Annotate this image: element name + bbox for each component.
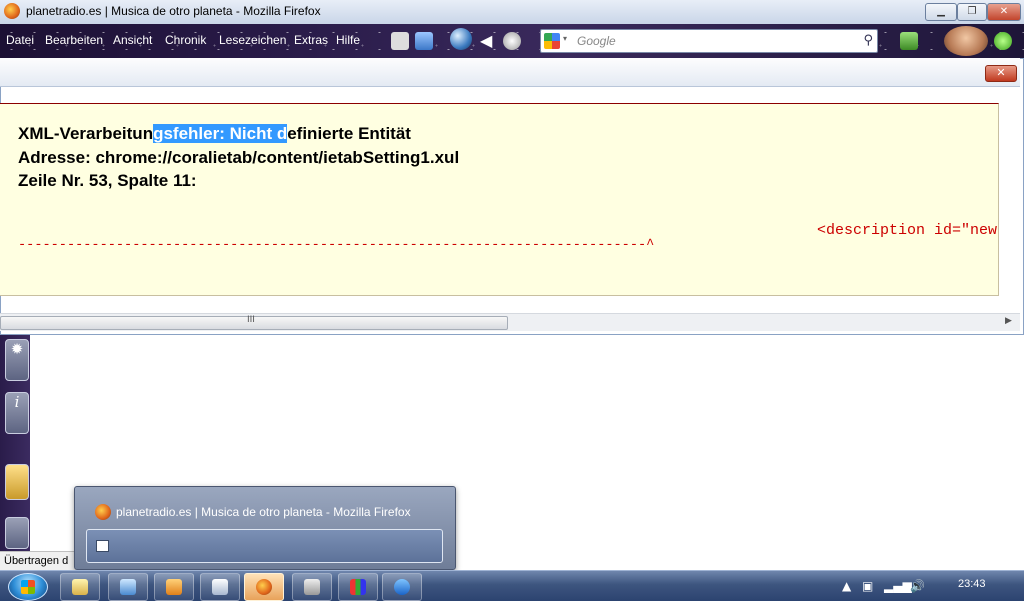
google-icon[interactable] [544,33,560,49]
close-window-button[interactable]: ✕ [987,3,1021,21]
smiley-icon[interactable] [994,32,1012,50]
menu-chronik[interactable]: Chronik [165,33,206,47]
window-title: planetradio.es | Musica de otro planeta … [26,4,321,18]
maximize-button[interactable]: ❐ [957,3,987,21]
emoticon-icon[interactable] [5,464,29,500]
close-icon: ✕ [999,6,1009,17]
search-input[interactable]: ▾ Google ⚲ [540,29,878,53]
menu-extras[interactable]: Extras [294,33,328,47]
error-title-part1: XML-Verarbeitun [18,124,154,143]
taskbar: ▲ ▣ ▂▄▆ 🔊 [0,570,1024,601]
taskbar-copy[interactable] [200,573,240,601]
messenger-icon [394,579,410,595]
taskbar-printer[interactable] [292,573,332,601]
signal-icon[interactable]: ▂▄▆ [884,579,912,593]
error-title: XML-Verarbeitungsfehler: Nicht definiert… [18,124,411,144]
menu-bearbeiten[interactable]: Bearbeiten [45,33,103,47]
minimize-icon: ▁ [937,6,945,17]
window-thumbnail-icon [96,540,109,552]
copy-icon [212,579,228,595]
addon-icon[interactable] [900,32,918,50]
windows-logo-icon [21,580,35,594]
menu-lesezeichen[interactable]: Lesezeichen [219,33,286,47]
taskbar-media[interactable] [154,573,194,601]
error-position: Zeile Nr. 53, Spalte 11: [18,171,197,190]
selected-text: gsfehler: Nicht d [153,124,288,143]
burst-icon[interactable]: ✹ [5,339,29,381]
info-icon[interactable]: i [5,392,29,434]
status-bar: Übertragen d [0,551,78,571]
clock[interactable]: 23:43 [958,578,986,590]
window-titlebar[interactable]: planetradio.es | Musica de otro planeta … [0,0,1024,25]
search-placeholder: Google [577,34,616,48]
taskbar-network[interactable] [108,573,148,601]
taskbar-messenger[interactable] [382,573,422,601]
content-header [0,58,1020,87]
magnifier-icon[interactable]: ⚲ [863,33,873,48]
taskbar-firefox[interactable] [244,573,284,601]
horizontal-scrollbar[interactable]: III ▶ [0,313,1020,331]
tray-app-icon[interactable]: ▣ [862,579,873,593]
network-icon [120,579,136,595]
explorer-icon [72,579,88,595]
avatar[interactable] [944,26,988,56]
error-address: Adresse: chrome://coralietab/content/iet… [18,148,460,167]
globe-icon[interactable] [450,28,472,50]
close-content-button[interactable]: ✕ [985,65,1017,82]
sidebar-button[interactable] [5,517,29,549]
error-source-line: <description id="new [817,222,998,239]
sidebar-strip: ✹ i [0,335,30,570]
start-button[interactable] [8,573,48,601]
error-title-part3: efinierte Entität [287,124,411,143]
menu-ansicht[interactable]: Ansicht [113,33,152,47]
firefox-icon [4,3,20,19]
volume-icon[interactable]: 🔊 [910,579,925,593]
tray-expand-icon[interactable]: ▲ [842,579,851,593]
menu-datei[interactable]: Datei [6,33,34,47]
info-icon[interactable] [503,32,521,50]
back-arrow-icon[interactable]: ◀ [480,32,498,50]
media-player-icon [166,579,182,595]
image-icon[interactable] [415,32,433,50]
firefox-icon [95,504,111,520]
scroll-right-icon[interactable]: ▶ [1005,316,1012,326]
scrollbar-grip: III [247,315,255,325]
preview-thumbnail[interactable] [86,529,443,563]
taskbar-chart[interactable] [338,573,378,601]
chart-icon [350,579,366,595]
menu-hilfe[interactable]: Hilfe [336,33,360,47]
printer-icon [304,579,320,595]
taskbar-preview-popup[interactable]: planetradio.es | Musica de otro planeta … [74,486,456,570]
chevron-down-icon[interactable]: ▾ [563,34,567,43]
taskbar-explorer[interactable] [60,573,100,601]
print-icon[interactable] [391,32,409,50]
preview-title: planetradio.es | Musica de otro planeta … [116,505,411,519]
error-pointer-line: ----------------------------------------… [18,238,655,253]
maximize-icon: ❐ [967,6,977,17]
minimize-button[interactable]: ▁ [925,3,957,21]
firefox-icon [256,579,272,595]
